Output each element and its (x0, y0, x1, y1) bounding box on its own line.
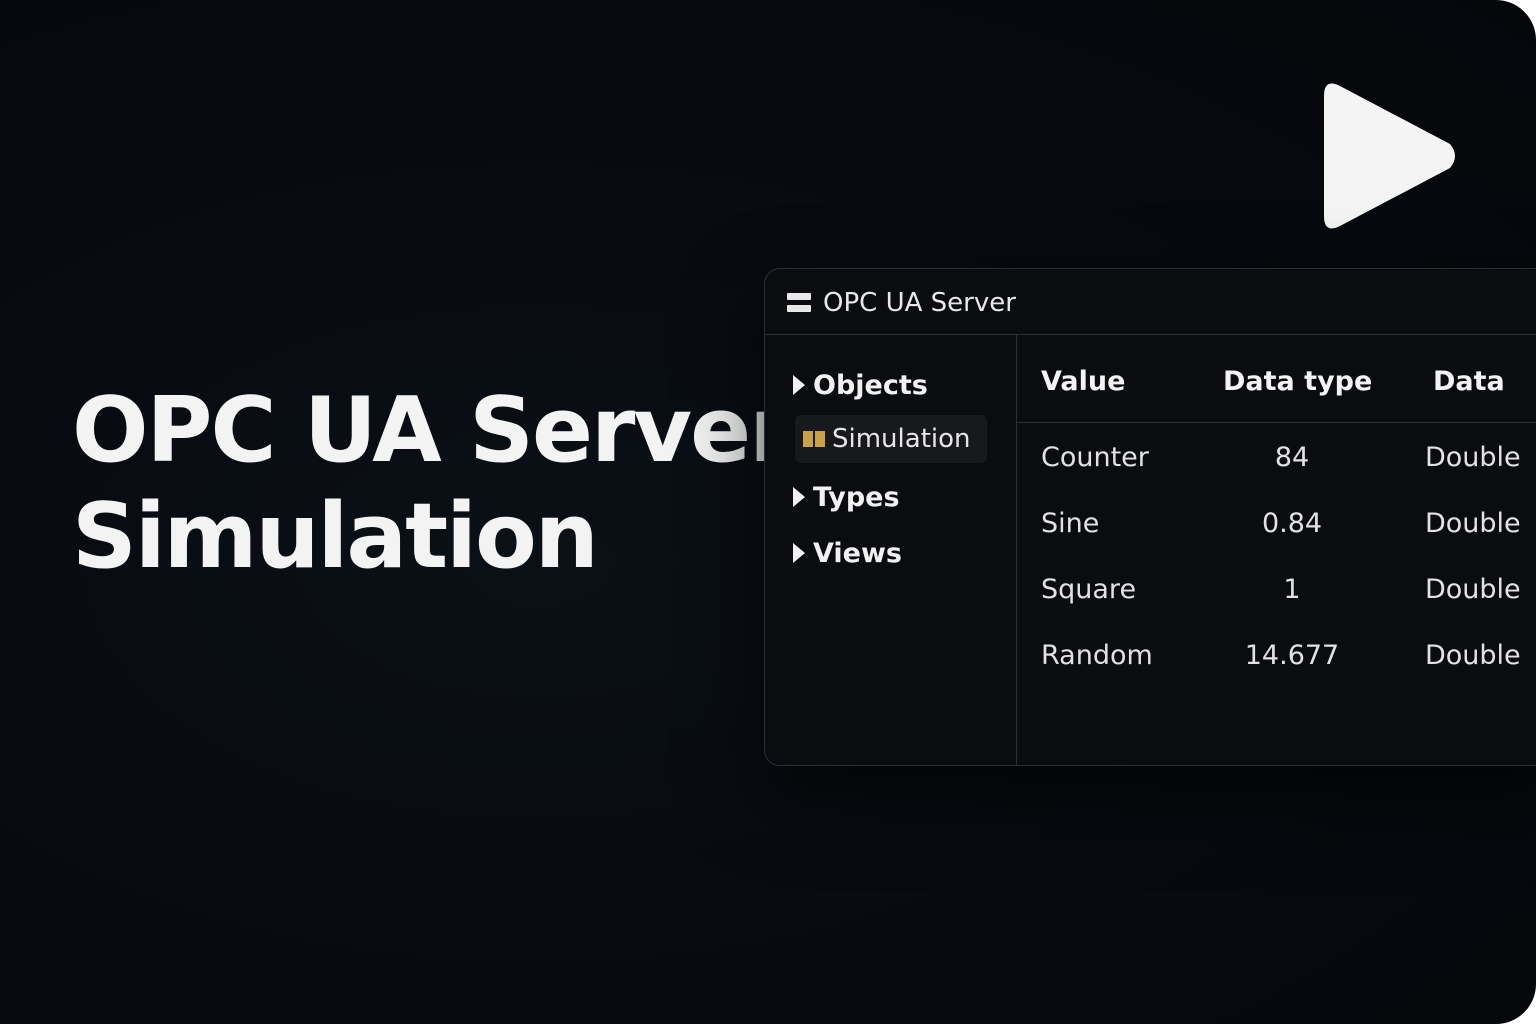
slide-canvas: OPC UA Server Simulation OPC UA Server O… (0, 0, 1536, 1024)
column-header-value[interactable]: Value (1041, 365, 1125, 399)
row-type: Double (1425, 574, 1521, 605)
row-value: 1 (1283, 574, 1301, 605)
tree-item-views[interactable]: Views (793, 533, 902, 573)
menu-icon[interactable] (787, 293, 811, 313)
row-type: Double (1425, 508, 1521, 539)
tree-item-types[interactable]: Types (793, 477, 900, 517)
table-row[interactable]: Square 1 Double (1017, 559, 1536, 625)
row-name: Sine (1041, 508, 1100, 539)
column-header-data-type[interactable]: Data type (1223, 365, 1372, 399)
row-name: Random (1041, 640, 1153, 671)
window-title: OPC UA Server (823, 288, 1016, 318)
row-value: 84 (1274, 442, 1310, 473)
table-row[interactable]: Random 14.677 Double (1017, 625, 1536, 691)
tree-item-views-label: Views (813, 537, 903, 569)
row-type: Double (1425, 442, 1521, 473)
caret-right-icon[interactable] (793, 375, 805, 395)
headline-line-2: Simulation (72, 484, 599, 589)
row-name: Counter (1041, 442, 1149, 473)
tree-item-types-label: Types (813, 481, 900, 513)
table-row[interactable]: Sine 0.84 Double (1017, 493, 1536, 559)
headline-line-1: OPC UA Server (72, 378, 793, 483)
tree-item-objects-label: Objects (813, 369, 928, 401)
tree-item-simulation-label: Simulation (832, 424, 971, 454)
table-row[interactable]: Counter 84 Double (1017, 427, 1536, 493)
tree-item-simulation[interactable]: Simulation (795, 415, 987, 463)
row-type: Double (1425, 640, 1521, 671)
caret-right-icon[interactable] (793, 487, 805, 507)
opc-ua-server-window: OPC UA Server Objects Simulation Types V… (764, 268, 1536, 766)
window-titlebar: OPC UA Server (765, 269, 1536, 335)
address-space-tree: Objects Simulation Types Views (765, 335, 1017, 765)
column-header-data[interactable]: Data (1433, 365, 1505, 399)
variables-table: Value Data type Data Counter 84 Double S… (1017, 335, 1536, 765)
table-header: Value Data type Data (1017, 335, 1536, 423)
headline: OPC UA Server Simulation (72, 378, 793, 590)
row-name: Square (1041, 574, 1137, 605)
row-value: 0.84 (1261, 508, 1323, 539)
row-value: 14.677 (1244, 640, 1340, 671)
tree-item-objects[interactable]: Objects (793, 365, 928, 405)
folder-icon (803, 431, 825, 447)
caret-right-icon[interactable] (793, 543, 805, 563)
play-icon[interactable] (1322, 78, 1458, 234)
